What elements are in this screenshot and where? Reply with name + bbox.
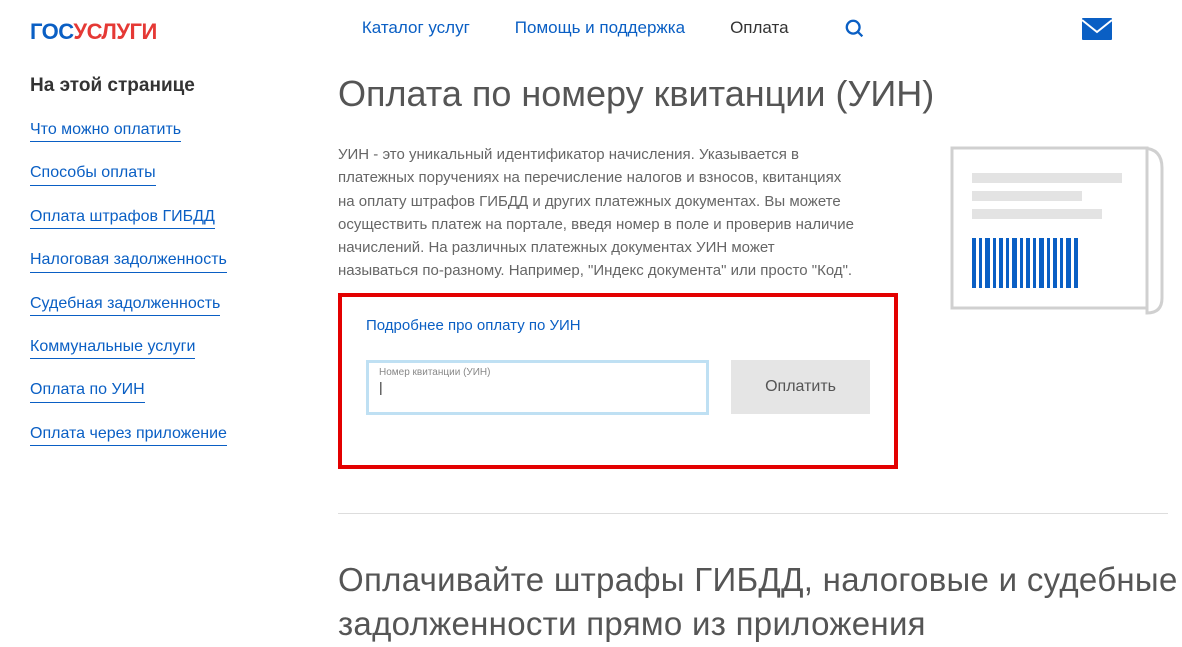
sidebar-item-judicial[interactable]: Судебная задолженность	[30, 293, 220, 316]
pay-button[interactable]: Оплатить	[731, 360, 870, 414]
main: Оплата по номеру квитанции (УИН) УИН - э…	[290, 63, 1182, 647]
uin-input[interactable]: Номер квитанции (УИН) |	[366, 360, 709, 415]
page-title: Оплата по номеру квитанции (УИН)	[338, 73, 1182, 115]
sidebar-item-utilities[interactable]: Коммунальные услуги	[30, 336, 195, 359]
payment-form-highlight: Подробнее про оплату по УИН Номер квитан…	[338, 293, 898, 469]
sidebar-item-what-pay[interactable]: Что можно оплатить	[30, 119, 181, 142]
logo[interactable]: ГОСУСЛУГИ	[30, 19, 157, 45]
sidebar-item-uin[interactable]: Оплата по УИН	[30, 379, 145, 402]
description: УИН - это уникальный идентификатор начис…	[338, 143, 858, 283]
header: ГОСУСЛУГИ Каталог услуг Помощь и поддерж…	[0, 0, 1182, 63]
body: На этой странице Что можно оплатить Спос…	[0, 63, 1182, 647]
logo-part2: УСЛУГИ	[73, 19, 156, 44]
receipt-illustration	[942, 133, 1172, 323]
input-row: Номер квитанции (УИН) | Оплатить	[366, 360, 870, 415]
sidebar-item-app[interactable]: Оплата через приложение	[30, 423, 227, 446]
search-icon[interactable]	[844, 18, 866, 45]
nav-help[interactable]: Помощь и поддержка	[515, 18, 685, 45]
more-about-uin-link[interactable]: Подробнее про оплату по УИН	[366, 317, 581, 334]
logo-part1: ГОС	[30, 19, 73, 44]
sidebar-title: На этой странице	[30, 75, 260, 97]
divider	[338, 513, 1168, 514]
sidebar-item-tax[interactable]: Налоговая задолженность	[30, 249, 227, 272]
section2-title: Оплачивайте штрафы ГИБДД, налоговые и су…	[338, 558, 1182, 647]
sidebar: На этой странице Что можно оплатить Спос…	[0, 63, 290, 647]
uin-input-label: Номер квитанции (УИН)	[379, 367, 696, 378]
sidebar-item-methods[interactable]: Способы оплаты	[30, 162, 156, 185]
nav-payment[interactable]: Оплата	[730, 18, 788, 45]
uin-input-cursor: |	[379, 380, 696, 394]
mail-icon[interactable]	[1082, 18, 1112, 45]
nav-catalog[interactable]: Каталог услуг	[362, 18, 470, 45]
sidebar-item-fines[interactable]: Оплата штрафов ГИБДД	[30, 206, 215, 229]
nav: Каталог услуг Помощь и поддержка Оплата	[362, 18, 866, 45]
